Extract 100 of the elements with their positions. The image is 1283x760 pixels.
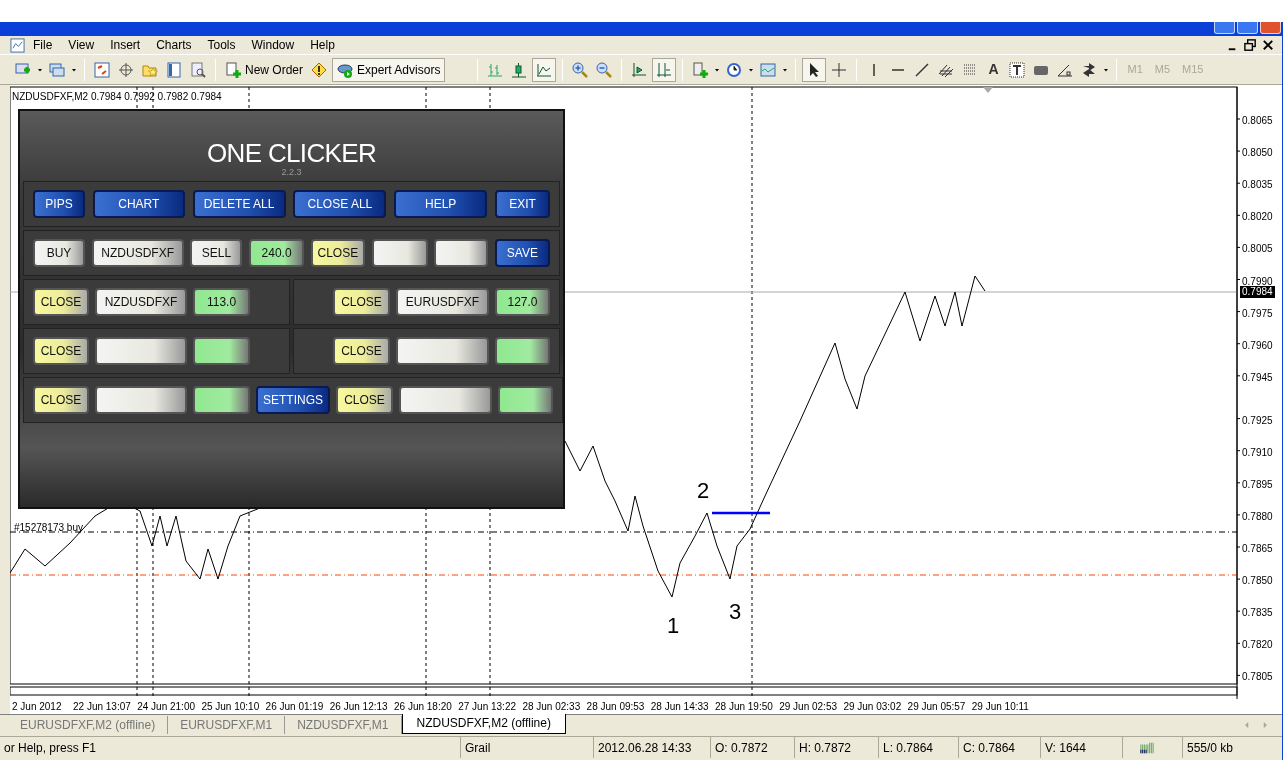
panel-icon[interactable] bbox=[166, 61, 182, 78]
panel-button[interactable]: NZDUSDFXF bbox=[91, 239, 184, 267]
blank-button[interactable] bbox=[95, 337, 187, 365]
price-axis-label: 0.7865 bbox=[1242, 542, 1273, 556]
time-axis-label: 28 Jun 14:33 bbox=[650, 700, 709, 714]
status-text: Grail bbox=[465, 739, 491, 757]
time-axis-label: 27 Jun 13:22 bbox=[458, 700, 516, 714]
menu-item[interactable]: Insert bbox=[102, 36, 149, 54]
panel-button[interactable]: 240.0 bbox=[249, 239, 305, 267]
panel-button[interactable]: SELL bbox=[190, 239, 243, 267]
panel-button[interactable]: CLOSE bbox=[333, 337, 390, 365]
expert-advisors-button[interactable]: Expert Advisors bbox=[332, 57, 446, 82]
restore-icon[interactable] bbox=[1243, 37, 1258, 53]
panel-button[interactable]: NZDUSDFXF bbox=[95, 288, 187, 316]
blank-button[interactable] bbox=[434, 239, 489, 267]
panel-button[interactable]: CLOSE bbox=[333, 288, 390, 316]
window-stack-icon[interactable] bbox=[49, 61, 65, 78]
close-icon[interactable] bbox=[1261, 37, 1276, 53]
panel-button[interactable]: 113.0 bbox=[193, 288, 250, 316]
panel-button[interactable]: BUY bbox=[33, 239, 85, 267]
price-axis-label: 0.7960 bbox=[1242, 338, 1273, 353]
zoom-in-icon[interactable] bbox=[572, 61, 589, 78]
panel-button[interactable]: PIPS bbox=[33, 190, 85, 218]
chart-window-icon[interactable] bbox=[10, 37, 25, 53]
point-label: 2 bbox=[697, 478, 710, 504]
menu-item[interactable]: View bbox=[60, 36, 103, 54]
chart-tab[interactable]: NZDUSDFXF,M1 bbox=[285, 716, 402, 734]
panel-button[interactable]: CLOSE bbox=[310, 239, 365, 267]
crosshair-icon[interactable] bbox=[831, 61, 848, 78]
price-axis-label: 0.7895 bbox=[1242, 477, 1273, 492]
price-axis-label: 0.8020 bbox=[1242, 210, 1273, 225]
menu-item[interactable]: File bbox=[25, 36, 61, 54]
price-axis-label: 0.7925 bbox=[1242, 413, 1273, 428]
status-text: V: 1644 bbox=[1045, 739, 1086, 757]
point-label: 3 bbox=[729, 599, 742, 625]
chart-header: NZDUSDFXF,M2 0.7984 0.7992 0.7982 0.7984 bbox=[12, 90, 222, 104]
panel-button[interactable]: EXIT bbox=[495, 190, 550, 218]
menu-item[interactable]: Window bbox=[243, 36, 303, 54]
chart-tab[interactable]: EURUSDFXF,M2 (offline) bbox=[8, 716, 169, 734]
menu-item[interactable]: Help bbox=[302, 36, 343, 54]
status-text: 555/0 kb bbox=[1187, 739, 1234, 757]
menu-item[interactable]: Tools bbox=[199, 36, 244, 54]
autoscroll-icon[interactable] bbox=[656, 61, 673, 78]
blank-button[interactable] bbox=[193, 337, 250, 365]
time-axis-label: 28 Jun 02:33 bbox=[522, 700, 581, 714]
panel-button[interactable]: EURUSDFXF bbox=[396, 288, 489, 316]
clock-icon[interactable] bbox=[726, 61, 743, 78]
time-axis-label: 2 Jun 2012 bbox=[12, 700, 62, 714]
price-axis-label: 0.8050 bbox=[1242, 146, 1273, 161]
panel-button[interactable]: HELP bbox=[394, 190, 488, 218]
new-order-button[interactable]: New Order bbox=[222, 57, 306, 82]
text-label-icon[interactable] bbox=[1008, 61, 1025, 78]
price-axis-label: 0.7805 bbox=[1242, 670, 1273, 685]
zoom-out-icon[interactable] bbox=[596, 61, 613, 78]
status-text: or Help, press F1 bbox=[4, 739, 97, 757]
candlestick-icon[interactable] bbox=[511, 61, 528, 78]
panel-button[interactable]: SAVE bbox=[494, 239, 550, 267]
panel-button[interactable]: CLOSE ALL bbox=[293, 190, 387, 218]
text-tool-glyph[interactable]: A bbox=[983, 59, 1004, 80]
price-axis-label: 0.7850 bbox=[1242, 574, 1273, 589]
blank-button[interactable] bbox=[396, 337, 489, 365]
time-axis-label: 29 Jun 03:02 bbox=[843, 700, 902, 714]
chart-tab[interactable]: EURUSDFXF,M1 bbox=[168, 716, 286, 734]
warning-diamond-icon[interactable] bbox=[311, 61, 327, 78]
time-axis-label: 29 Jun 02:53 bbox=[779, 700, 837, 714]
panel-button[interactable]: SETTINGS bbox=[256, 386, 330, 414]
shift-marker-icon bbox=[983, 87, 993, 93]
level-segment bbox=[712, 511, 770, 515]
point-label: 1 bbox=[667, 613, 680, 639]
price-axis-label: 0.7820 bbox=[1242, 638, 1273, 653]
menu-item[interactable]: Charts bbox=[148, 36, 200, 54]
blank-button[interactable] bbox=[95, 386, 187, 414]
status-text: 2012.06.28 14:33 bbox=[598, 739, 692, 757]
line-chart-icon[interactable] bbox=[536, 61, 553, 78]
price-axis-label: 0.8005 bbox=[1242, 242, 1273, 257]
chart-tab[interactable]: NZDUSDFXF,M2 (offline) bbox=[401, 714, 566, 734]
magnifier-document-icon[interactable] bbox=[190, 61, 206, 78]
blank-button[interactable] bbox=[371, 239, 428, 267]
chart-shift-icon[interactable] bbox=[631, 61, 648, 78]
panel-button[interactable]: CLOSE bbox=[33, 288, 89, 316]
time-axis-label: 26 Jun 01:19 bbox=[265, 700, 324, 714]
crosshair-icon[interactable] bbox=[118, 61, 134, 78]
panel-button[interactable]: CLOSE bbox=[33, 386, 89, 414]
price-axis-label: 0.7990 bbox=[1242, 274, 1273, 287]
data-window-icon[interactable] bbox=[94, 61, 110, 78]
document-plus-icon[interactable] bbox=[225, 61, 241, 78]
panel-button[interactable]: CLOSE bbox=[336, 386, 393, 414]
blank-button[interactable] bbox=[399, 386, 492, 414]
blank-button[interactable] bbox=[193, 386, 250, 414]
trendline-icon[interactable] bbox=[914, 61, 931, 78]
order-label: #15278173 buy bbox=[14, 521, 83, 535]
panel-button[interactable]: 127.0 bbox=[495, 288, 550, 316]
panel-button[interactable]: CLOSE bbox=[33, 337, 89, 365]
panel-button[interactable]: DELETE ALL bbox=[192, 190, 286, 218]
blank-button[interactable] bbox=[495, 337, 550, 365]
panel-button[interactable]: CHART bbox=[92, 190, 185, 218]
price-axis-label: 0.8035 bbox=[1242, 178, 1273, 193]
time-axis-label: 29 Jun 10:11 bbox=[971, 700, 1029, 714]
time-axis-label: 26 Jun 12:13 bbox=[329, 700, 388, 714]
blank-button[interactable] bbox=[498, 386, 553, 414]
